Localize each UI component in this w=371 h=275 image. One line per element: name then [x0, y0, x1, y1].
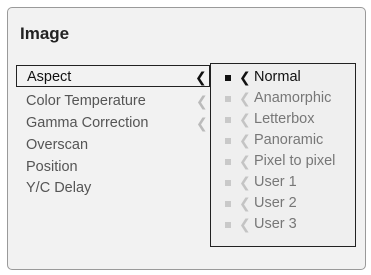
- submenu-item-user-2[interactable]: ❮ User 2: [211, 193, 353, 214]
- menu-item-label: Position: [26, 159, 78, 175]
- chevron-left-icon: ❮: [239, 90, 251, 106]
- menu-item-label: Aspect: [27, 69, 72, 85]
- chevron-left-icon: ❮: [239, 111, 251, 127]
- menu-item-overscan[interactable]: Overscan: [26, 134, 206, 156]
- submenu-item-label: User 2: [254, 195, 297, 211]
- square-bullet-icon: [225, 201, 231, 207]
- square-bullet-icon: [225, 117, 231, 123]
- menu-item-label: Gamma Correction: [26, 115, 149, 131]
- menu-item-yc-delay[interactable]: Y/C Delay: [26, 177, 206, 199]
- square-bullet-icon: [225, 75, 231, 81]
- submenu-item-pixel-to-pixel[interactable]: ❮ Pixel to pixel: [211, 151, 353, 172]
- chevron-left-icon: ❮: [239, 174, 251, 190]
- menu-item-label: Color Temperature: [26, 93, 146, 109]
- chevron-left-icon: ❮: [195, 69, 207, 85]
- aspect-submenu: ❮ Normal ❮ Anamorphic ❮ Letterbox ❮ Pano…: [210, 63, 356, 247]
- submenu-item-user-3[interactable]: ❮ User 3: [211, 214, 353, 235]
- menu-item-gamma-correction[interactable]: Gamma Correction ❮: [26, 112, 208, 134]
- menu-item-color-temperature[interactable]: Color Temperature ❮: [26, 90, 208, 112]
- submenu-item-letterbox[interactable]: ❮ Letterbox: [211, 109, 353, 130]
- chevron-left-icon: ❮: [239, 195, 251, 211]
- submenu-item-anamorphic[interactable]: ❮ Anamorphic: [211, 88, 353, 109]
- menu-item-label: Overscan: [26, 137, 89, 153]
- square-bullet-icon: [225, 222, 231, 228]
- square-bullet-icon: [225, 180, 231, 186]
- submenu-item-label: User 3: [254, 216, 297, 232]
- submenu-item-label: Panoramic: [254, 132, 324, 148]
- menu-item-position[interactable]: Position: [26, 156, 206, 178]
- submenu-item-label: Normal: [254, 69, 301, 85]
- submenu-item-user-1[interactable]: ❮ User 1: [211, 172, 353, 193]
- square-bullet-icon: [225, 96, 231, 102]
- chevron-left-icon: ❮: [196, 93, 208, 109]
- submenu-item-label: Anamorphic: [254, 90, 332, 106]
- submenu-item-panoramic[interactable]: ❮ Panoramic: [211, 130, 353, 151]
- chevron-left-icon: ❮: [239, 69, 251, 85]
- menu-item-aspect[interactable]: Aspect ❮: [16, 65, 210, 87]
- chevron-left-icon: ❮: [239, 153, 251, 169]
- submenu-item-normal[interactable]: ❮ Normal: [211, 67, 353, 88]
- chevron-left-icon: ❮: [196, 115, 208, 131]
- chevron-left-icon: ❮: [239, 132, 251, 148]
- submenu-item-label: Pixel to pixel: [254, 153, 336, 169]
- square-bullet-icon: [225, 138, 231, 144]
- menu-item-label: Y/C Delay: [26, 180, 92, 196]
- submenu-item-label: Letterbox: [254, 111, 315, 127]
- menu-title: Image: [20, 24, 70, 43]
- submenu-item-label: User 1: [254, 174, 297, 190]
- square-bullet-icon: [225, 159, 231, 165]
- chevron-left-icon: ❮: [239, 216, 251, 232]
